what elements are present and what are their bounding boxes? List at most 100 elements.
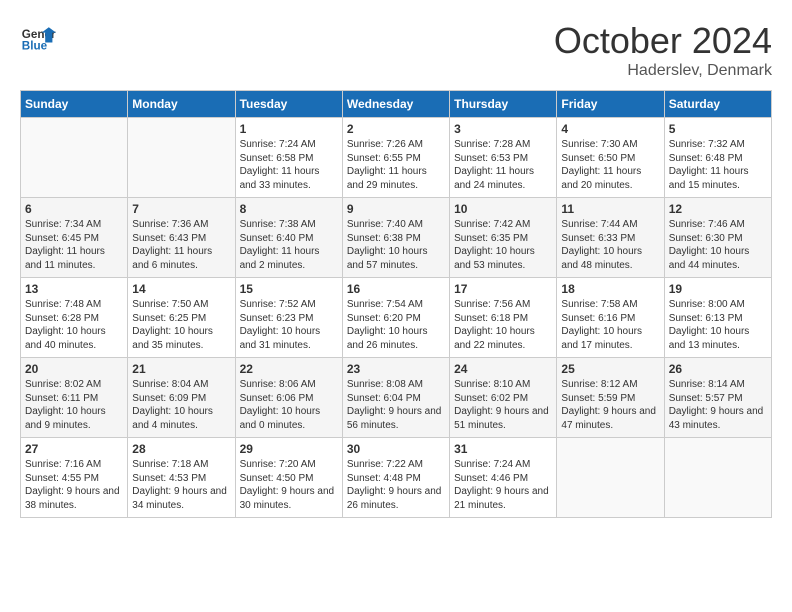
week-row-2: 6 Sunrise: 7:34 AM Sunset: 6:45 PM Daylig… (21, 198, 772, 278)
column-header-tuesday: Tuesday (235, 91, 342, 118)
day-number: 29 (240, 442, 338, 456)
column-header-wednesday: Wednesday (342, 91, 449, 118)
day-cell: 1Sunrise: 7:24 AM Sunset: 6:58 PM Daylig… (235, 118, 342, 198)
day-cell: 20 Sunrise: 8:02 AM Sunset: 6:11 PM Dayli… (21, 358, 128, 438)
day-number: 21 (132, 362, 230, 376)
day-number: 2 (347, 122, 445, 136)
day-content: Sunrise: 7:20 AM Sunset: 4:50 PM Dayligh… (240, 458, 338, 512)
day-number: 6 (25, 202, 123, 216)
day-cell: 30 Sunrise: 7:22 AM Sunset: 4:48 PM Dayli… (342, 438, 449, 518)
day-number: 15 (240, 282, 338, 296)
day-cell: 21 Sunrise: 8:04 AM Sunset: 6:09 PM Dayli… (128, 358, 235, 438)
day-cell: 12 Sunrise: 7:46 AM Sunset: 6:30 PM Dayli… (664, 198, 771, 278)
day-content: Sunrise: 7:30 AM Sunset: 6:50 PM Dayligh… (561, 138, 659, 192)
day-cell: 15 Sunrise: 7:52 AM Sunset: 6:23 PM Dayli… (235, 278, 342, 358)
column-header-friday: Friday (557, 91, 664, 118)
day-number: 30 (347, 442, 445, 456)
day-cell: 22 Sunrise: 8:06 AM Sunset: 6:06 PM Dayli… (235, 358, 342, 438)
day-cell: 9 Sunrise: 7:40 AM Sunset: 6:38 PM Daylig… (342, 198, 449, 278)
column-header-thursday: Thursday (450, 91, 557, 118)
day-cell: 13 Sunrise: 7:48 AM Sunset: 6:28 PM Dayli… (21, 278, 128, 358)
week-row-4: 20 Sunrise: 8:02 AM Sunset: 6:11 PM Dayli… (21, 358, 772, 438)
day-content: Sunrise: 8:02 AM Sunset: 6:11 PM Dayligh… (25, 378, 123, 432)
calendar-header-row: SundayMondayTuesdayWednesdayThursdayFrid… (21, 91, 772, 118)
day-content: Sunrise: 7:56 AM Sunset: 6:18 PM Dayligh… (454, 298, 552, 352)
day-number: 23 (347, 362, 445, 376)
day-content: Sunrise: 7:38 AM Sunset: 6:40 PM Dayligh… (240, 218, 338, 272)
day-number: 7 (132, 202, 230, 216)
day-cell: 17 Sunrise: 7:56 AM Sunset: 6:18 PM Dayli… (450, 278, 557, 358)
day-content: Sunrise: 7:52 AM Sunset: 6:23 PM Dayligh… (240, 298, 338, 352)
column-header-saturday: Saturday (664, 91, 771, 118)
week-row-3: 13 Sunrise: 7:48 AM Sunset: 6:28 PM Dayli… (21, 278, 772, 358)
day-cell: 8Sunrise: 7:38 AM Sunset: 6:40 PM Daylig… (235, 198, 342, 278)
day-content: Sunrise: 7:18 AM Sunset: 4:53 PM Dayligh… (132, 458, 230, 512)
day-content: Sunrise: 7:28 AM Sunset: 6:53 PM Dayligh… (454, 138, 552, 192)
day-number: 14 (132, 282, 230, 296)
day-content: Sunrise: 8:06 AM Sunset: 6:06 PM Dayligh… (240, 378, 338, 432)
day-number: 13 (25, 282, 123, 296)
day-content: Sunrise: 7:24 AM Sunset: 4:46 PM Dayligh… (454, 458, 552, 512)
day-cell: 14 Sunrise: 7:50 AM Sunset: 6:25 PM Dayli… (128, 278, 235, 358)
day-cell: 16 Sunrise: 7:54 AM Sunset: 6:20 PM Dayli… (342, 278, 449, 358)
day-content: Sunrise: 8:08 AM Sunset: 6:04 PM Dayligh… (347, 378, 445, 432)
location-subtitle: Haderslev, Denmark (554, 62, 772, 80)
day-content: Sunrise: 7:40 AM Sunset: 6:38 PM Dayligh… (347, 218, 445, 272)
week-row-1: 1Sunrise: 7:24 AM Sunset: 6:58 PM Daylig… (21, 118, 772, 198)
day-content: Sunrise: 7:26 AM Sunset: 6:55 PM Dayligh… (347, 138, 445, 192)
day-content: Sunrise: 7:16 AM Sunset: 4:55 PM Dayligh… (25, 458, 123, 512)
day-cell: 29 Sunrise: 7:20 AM Sunset: 4:50 PM Dayli… (235, 438, 342, 518)
day-content: Sunrise: 7:36 AM Sunset: 6:43 PM Dayligh… (132, 218, 230, 272)
day-number: 28 (132, 442, 230, 456)
day-cell (21, 118, 128, 198)
day-content: Sunrise: 7:46 AM Sunset: 6:30 PM Dayligh… (669, 218, 767, 272)
day-number: 27 (25, 442, 123, 456)
day-number: 17 (454, 282, 552, 296)
day-content: Sunrise: 7:58 AM Sunset: 6:16 PM Dayligh… (561, 298, 659, 352)
day-cell: 3 Sunrise: 7:28 AM Sunset: 6:53 PM Daylig… (450, 118, 557, 198)
page-header: General Blue October 2024 Haderslev, Den… (20, 20, 772, 80)
day-cell: 11Sunrise: 7:44 AM Sunset: 6:33 PM Dayli… (557, 198, 664, 278)
day-content: Sunrise: 7:34 AM Sunset: 6:45 PM Dayligh… (25, 218, 123, 272)
day-number: 24 (454, 362, 552, 376)
day-cell: 7 Sunrise: 7:36 AM Sunset: 6:43 PM Daylig… (128, 198, 235, 278)
day-cell: 26Sunrise: 8:14 AM Sunset: 5:57 PM Dayli… (664, 358, 771, 438)
day-content: Sunrise: 7:24 AM Sunset: 6:58 PM Dayligh… (240, 138, 338, 192)
calendar-table: SundayMondayTuesdayWednesdayThursdayFrid… (20, 90, 772, 518)
day-cell: 10 Sunrise: 7:42 AM Sunset: 6:35 PM Dayli… (450, 198, 557, 278)
day-number: 9 (347, 202, 445, 216)
day-content: Sunrise: 7:50 AM Sunset: 6:25 PM Dayligh… (132, 298, 230, 352)
day-number: 3 (454, 122, 552, 136)
day-cell: 6 Sunrise: 7:34 AM Sunset: 6:45 PM Daylig… (21, 198, 128, 278)
day-cell: 2 Sunrise: 7:26 AM Sunset: 6:55 PM Daylig… (342, 118, 449, 198)
day-cell (664, 438, 771, 518)
day-number: 10 (454, 202, 552, 216)
day-content: Sunrise: 7:42 AM Sunset: 6:35 PM Dayligh… (454, 218, 552, 272)
day-content: Sunrise: 8:14 AM Sunset: 5:57 PM Dayligh… (669, 378, 767, 432)
day-cell: 18 Sunrise: 7:58 AM Sunset: 6:16 PM Dayli… (557, 278, 664, 358)
day-content: Sunrise: 7:48 AM Sunset: 6:28 PM Dayligh… (25, 298, 123, 352)
day-content: Sunrise: 8:12 AM Sunset: 5:59 PM Dayligh… (561, 378, 659, 432)
day-number: 16 (347, 282, 445, 296)
day-number: 5 (669, 122, 767, 136)
svg-text:Blue: Blue (22, 40, 48, 53)
day-number: 20 (25, 362, 123, 376)
day-content: Sunrise: 7:22 AM Sunset: 4:48 PM Dayligh… (347, 458, 445, 512)
title-block: October 2024 Haderslev, Denmark (554, 20, 772, 80)
day-content: Sunrise: 7:54 AM Sunset: 6:20 PM Dayligh… (347, 298, 445, 352)
day-cell: 31Sunrise: 7:24 AM Sunset: 4:46 PM Dayli… (450, 438, 557, 518)
day-content: Sunrise: 8:10 AM Sunset: 6:02 PM Dayligh… (454, 378, 552, 432)
day-number: 18 (561, 282, 659, 296)
day-cell (557, 438, 664, 518)
day-number: 25 (561, 362, 659, 376)
day-number: 12 (669, 202, 767, 216)
day-cell: 28 Sunrise: 7:18 AM Sunset: 4:53 PM Dayli… (128, 438, 235, 518)
day-content: Sunrise: 8:04 AM Sunset: 6:09 PM Dayligh… (132, 378, 230, 432)
day-number: 22 (240, 362, 338, 376)
day-number: 4 (561, 122, 659, 136)
day-cell: 4 Sunrise: 7:30 AM Sunset: 6:50 PM Daylig… (557, 118, 664, 198)
logo-icon: General Blue (20, 20, 56, 56)
column-header-monday: Monday (128, 91, 235, 118)
day-cell: 5Sunrise: 7:32 AM Sunset: 6:48 PM Daylig… (664, 118, 771, 198)
logo: General Blue (20, 20, 56, 56)
